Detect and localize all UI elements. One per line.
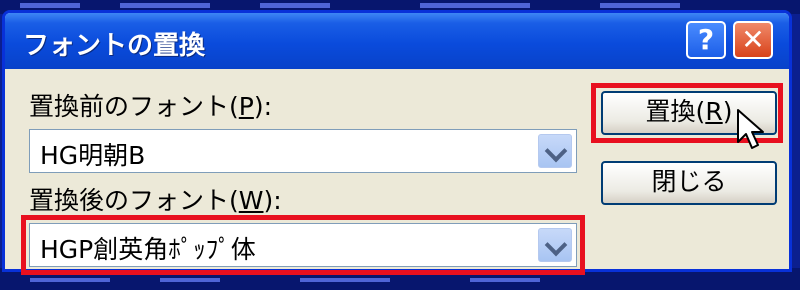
accelerator-key: W [238,186,264,215]
background-dash [420,3,530,8]
background-dash [600,3,680,8]
title-bar[interactable]: フォントの置換 ? ✕ [5,13,789,69]
close-button[interactable]: 閉じる [601,161,777,205]
background-dash [20,3,80,8]
background-dash [160,278,220,282]
background-dash [470,278,540,282]
close-icon: ✕ [741,23,765,56]
replace-fonts-dialog: フォントの置換 ? ✕ 置換前のフォント(P): HG明朝B 置換後のフォント(… [2,10,792,275]
source-font-label: 置換前のフォント(P): [29,87,272,123]
label-text-end: ): [253,92,273,121]
background-dash [120,3,210,8]
source-font-value: HG明朝B [40,141,146,170]
accelerator-key: P [238,92,254,121]
close-window-button[interactable]: ✕ [733,21,773,59]
background-dash [300,278,390,282]
mouse-pointer-icon [737,109,764,149]
dialog-title: フォントの置換 [23,31,206,61]
background-dash [260,3,330,8]
target-highlight-box [21,215,585,275]
label-text: 置換前のフォント( [29,92,239,121]
target-font-label: 置換後のフォント(W): [29,181,282,217]
source-dropdown-button[interactable] [538,134,572,168]
source-font-select[interactable]: HG明朝B [29,129,577,173]
label-text-end: ): [263,186,282,215]
label-text: 置換後のフォント( [29,186,239,215]
help-button[interactable]: ? [686,21,726,59]
background-dash [30,278,110,282]
question-icon: ? [697,23,715,56]
chevron-down-icon [544,139,568,163]
